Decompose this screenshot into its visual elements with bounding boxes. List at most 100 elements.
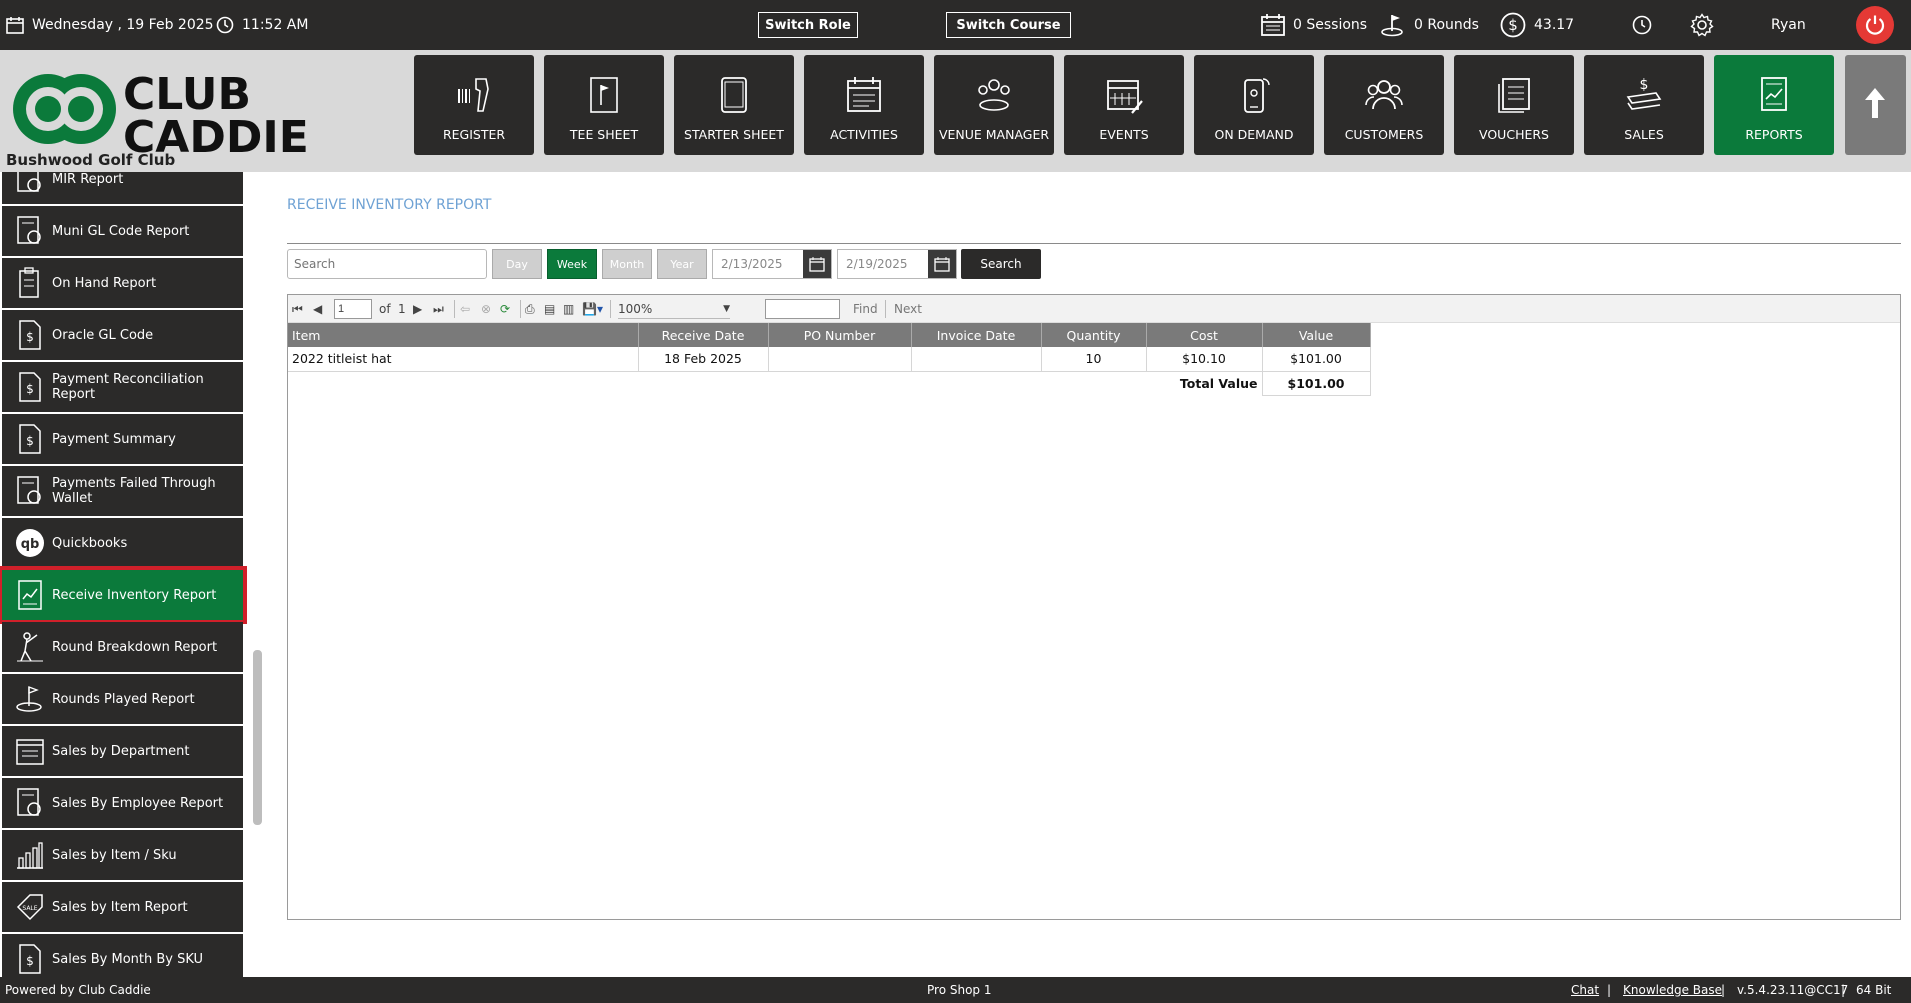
- total-pages: 1: [398, 302, 406, 316]
- back-icon[interactable]: ⇦: [460, 299, 470, 319]
- stop-icon[interactable]: ⊗: [481, 299, 491, 319]
- last-page-icon[interactable]: ⏭: [433, 299, 444, 319]
- location-text: Pro Shop 1: [927, 983, 992, 997]
- sidebar-scrollbar[interactable]: [253, 650, 262, 825]
- sidebar-item-mir-report[interactable]: MIR Report: [2, 172, 243, 204]
- document-dollar-icon: $: [10, 315, 50, 355]
- bits-text: 64 Bit: [1856, 983, 1892, 997]
- calendar-icon[interactable]: [803, 250, 831, 278]
- nav-collapse-button[interactable]: [1845, 55, 1906, 155]
- sidebar-item-round-breakdown-report[interactable]: Round Breakdown Report: [2, 622, 243, 672]
- nav-on-demand[interactable]: ON DEMAND: [1194, 55, 1314, 155]
- logout-button[interactable]: [1856, 6, 1894, 44]
- sidebar-item-sales-by-month-by-sku[interactable]: $ Sales By Month By SKU: [2, 934, 243, 977]
- nav-customers[interactable]: CUSTOMERS: [1324, 55, 1444, 155]
- export-icon[interactable]: 💾▾: [582, 299, 603, 319]
- start-date-input[interactable]: 2/13/2025: [712, 249, 832, 279]
- clock-icon: [216, 16, 234, 34]
- sidebar-item-oracle-gl-code[interactable]: $ Oracle GL Code: [2, 310, 243, 360]
- nav-events[interactable]: EVENTS: [1064, 55, 1184, 155]
- nav-reports-label: REPORTS: [1745, 127, 1803, 142]
- nav-venue-manager[interactable]: VENUE MANAGER: [934, 55, 1054, 155]
- calendar-list-icon: [10, 731, 50, 771]
- table-header-row: Item Receive Date PO Number Invoice Date…: [288, 323, 1371, 347]
- settings-button[interactable]: [1690, 0, 1714, 50]
- nav-tee-sheet[interactable]: TEE SHEET: [544, 55, 664, 155]
- refresh-icon[interactable]: ⟳: [500, 299, 510, 319]
- sidebar-item-muni-gl-code-report[interactable]: Muni GL Code Report: [2, 206, 243, 256]
- svg-text:$: $: [1508, 16, 1518, 34]
- sidebar-item-payment-reconciliation-report[interactable]: $ Payment Reconciliation Report: [2, 362, 243, 412]
- search-button[interactable]: Search: [961, 249, 1041, 279]
- start-date-value: 2/13/2025: [721, 257, 783, 271]
- document-dollar-icon: $: [10, 419, 50, 459]
- powered-by-text: Powered by Club Caddie: [5, 983, 151, 997]
- prev-page-icon[interactable]: ◀: [313, 299, 322, 319]
- find-link[interactable]: Find: [853, 299, 878, 319]
- switch-course-button[interactable]: Switch Course: [946, 12, 1071, 38]
- end-date-input[interactable]: 2/19/2025: [837, 249, 957, 279]
- col-po-number: PO Number: [768, 323, 912, 347]
- quickbooks-icon: qb: [10, 523, 50, 563]
- first-page-icon[interactable]: ⏮: [292, 299, 303, 319]
- user-name[interactable]: Ryan: [1771, 0, 1806, 50]
- knowledge-base-link[interactable]: Knowledge Base: [1623, 977, 1722, 1003]
- svg-text:$: $: [26, 434, 34, 448]
- sidebar-item-label: Payment Reconciliation Report: [52, 372, 204, 402]
- activities-calendar-icon: [847, 77, 881, 112]
- next-page-icon[interactable]: ▶: [413, 299, 422, 319]
- sidebar-item-quickbooks[interactable]: qb Quickbooks: [2, 518, 243, 568]
- rounds-text: 0 Rounds: [1414, 17, 1479, 33]
- sidebar-item-sales-by-item-sku[interactable]: Sales by Item / Sku: [2, 830, 243, 880]
- rounds-display[interactable]: 0 Rounds: [1380, 0, 1479, 50]
- switch-role-button[interactable]: Switch Role: [758, 12, 858, 38]
- nav-register[interactable]: REGISTER: [414, 55, 534, 155]
- sidebar-item-label: Muni GL Code Report: [52, 223, 190, 239]
- sidebar-item-receive-inventory-report[interactable]: Receive Inventory Report: [0, 566, 247, 624]
- col-cost: Cost: [1146, 323, 1263, 347]
- sidebar-item-payment-summary[interactable]: $ Payment Summary: [2, 414, 243, 464]
- chat-link[interactable]: Chat: [1571, 977, 1599, 1003]
- sidebar-item-label: Sales by Department: [52, 743, 190, 759]
- nav-starter-sheet[interactable]: STARTER SHEET: [674, 55, 794, 155]
- period-month-button[interactable]: Month: [602, 249, 652, 279]
- balance-display[interactable]: $ 43.17: [1500, 0, 1574, 50]
- nav-sales[interactable]: $ SALES: [1584, 55, 1704, 155]
- club-caddie-logo: CLUB CADDIE: [13, 69, 306, 154]
- sidebar-item-sales-by-item-report[interactable]: SALE Sales by Item Report: [2, 882, 243, 932]
- sidebar-item-sales-by-employee-report[interactable]: Sales By Employee Report: [2, 778, 243, 828]
- golf-flag-icon: [1381, 15, 1403, 37]
- period-week-button[interactable]: Week: [547, 249, 597, 279]
- cell-po-number: [768, 347, 912, 372]
- sidebar-item-sales-by-department[interactable]: Sales by Department: [2, 726, 243, 776]
- footer-separator: |: [1841, 983, 1846, 997]
- search-input[interactable]: [287, 249, 487, 279]
- nav-activities[interactable]: ACTIVITIES: [804, 55, 924, 155]
- calendar-icon[interactable]: [928, 250, 956, 278]
- history-button[interactable]: [1632, 0, 1652, 50]
- svg-text:SALE: SALE: [22, 905, 37, 912]
- period-day-button[interactable]: Day: [492, 249, 542, 279]
- period-year-button[interactable]: Year: [657, 249, 707, 279]
- nav-reports[interactable]: REPORTS: [1714, 55, 1834, 155]
- svg-text:$: $: [1640, 77, 1649, 93]
- nav-vouchers[interactable]: VOUCHERS: [1454, 55, 1574, 155]
- nav-on-demand-label: ON DEMAND: [1214, 127, 1294, 142]
- col-quantity: Quantity: [1041, 323, 1147, 347]
- sessions-display[interactable]: 0 Sessions: [1261, 0, 1367, 50]
- print-layout-icon[interactable]: ▤: [544, 299, 555, 319]
- page-number-input[interactable]: [334, 299, 372, 319]
- sidebar-item-rounds-played-report[interactable]: Rounds Played Report: [2, 674, 243, 724]
- find-input[interactable]: [765, 299, 840, 319]
- sidebar-item-payments-failed-through-wallet[interactable]: Payments Failed Through Wallet: [2, 466, 243, 516]
- sidebar-item-on-hand-report[interactable]: On Hand Report: [2, 258, 243, 308]
- viewer-toolbar: ⏮ ◀ of 1 ▶ ⏭ ⇦ ⊗ ⟳ ⎙ ▤ ▥ 💾▾ 100% ▼ Find …: [288, 295, 1900, 323]
- next-link[interactable]: Next: [894, 299, 922, 319]
- sidebar-item-label: Sales by Item / Sku: [52, 847, 177, 863]
- zoom-select[interactable]: 100% ▼: [618, 299, 730, 319]
- bar-chart-icon: [10, 835, 50, 875]
- print-icon[interactable]: ⎙: [525, 299, 535, 319]
- sidebar-item-label: MIR Report: [52, 172, 124, 187]
- nav-vouchers-label: VOUCHERS: [1479, 127, 1549, 142]
- page-setup-icon[interactable]: ▥: [563, 299, 574, 319]
